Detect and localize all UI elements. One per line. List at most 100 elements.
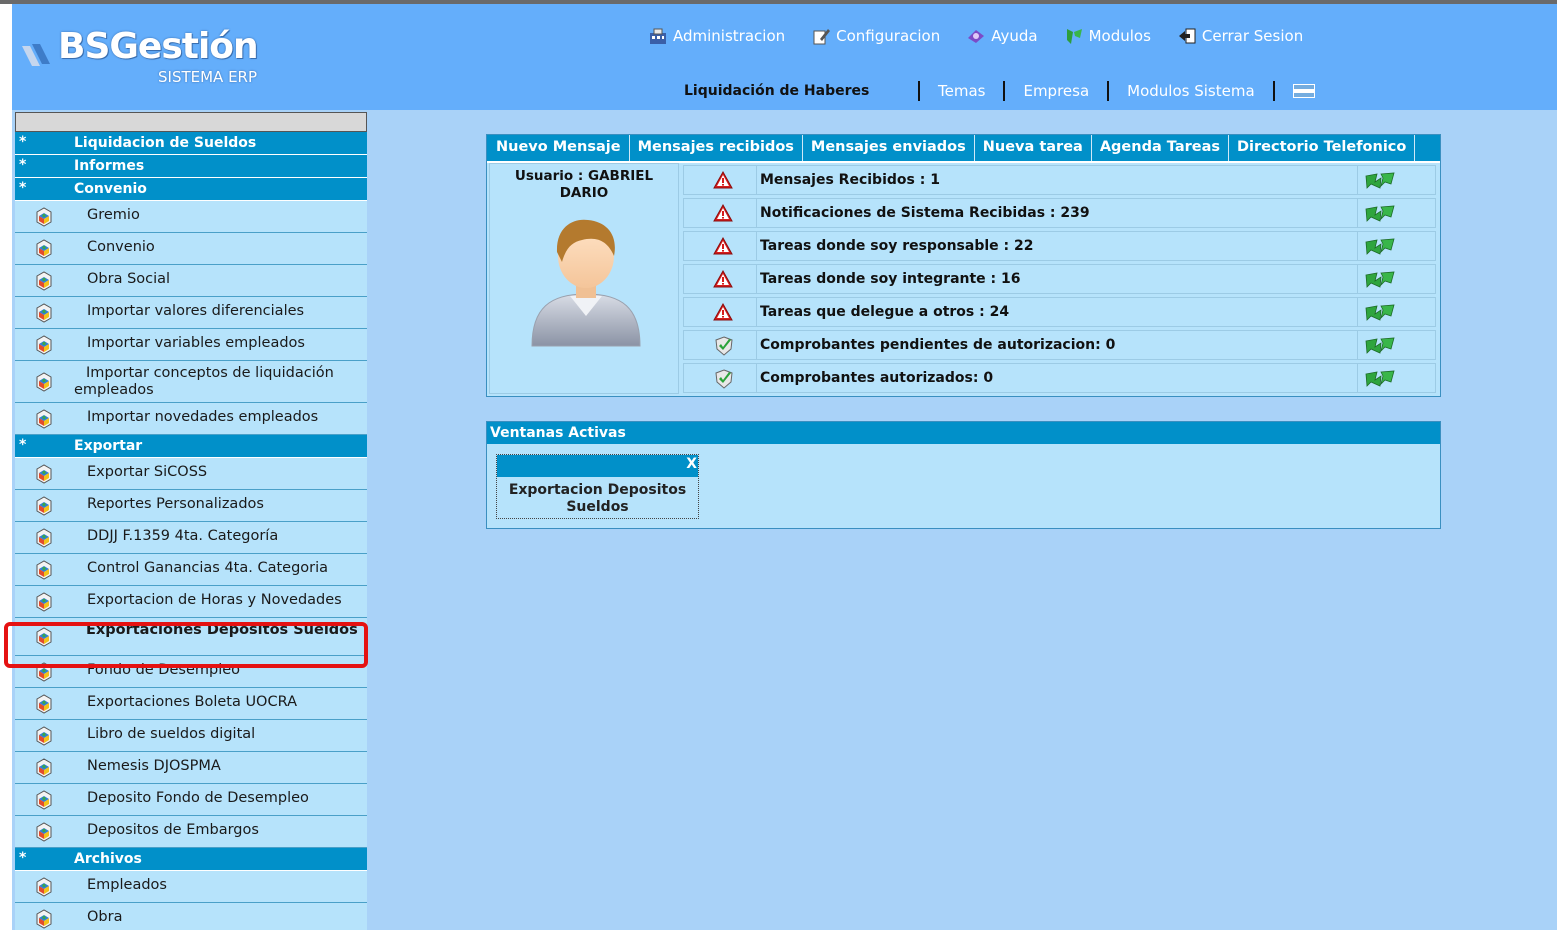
sidebar-item-convenio[interactable]: Convenio	[15, 233, 367, 265]
sidebar-item-control-ganancias[interactable]: Control Ganancias 4ta. Categoria	[15, 554, 367, 586]
open-button[interactable]	[1358, 297, 1436, 327]
link-empresa[interactable]: Empresa	[1013, 82, 1099, 100]
menu-configuracion[interactable]: Configuracion	[811, 24, 940, 48]
open-button[interactable]	[1358, 330, 1436, 360]
sidebar-item-label: Reportes Personalizados	[87, 496, 264, 512]
tab-nueva-tarea[interactable]: Nueva tarea	[975, 135, 1092, 161]
menu-item-icon	[33, 334, 55, 356]
sidebar-item-nemesis[interactable]: Nemesis DJOSPMA	[15, 752, 367, 784]
sidebar-item-label: DDJJ F.1359 4ta. Categoría	[87, 528, 279, 544]
help-icon	[968, 30, 985, 43]
sidebar-item-label: Exportaciones Boleta UOCRA	[87, 694, 298, 710]
menu-item-icon	[33, 527, 55, 549]
sidebar-item-exportaciones-depositos-sueldos[interactable]: Exportaciones Depositos Sueldos	[15, 618, 367, 656]
menu-item-icon	[33, 371, 55, 393]
sidebar-item-empleados[interactable]: Empleados	[15, 871, 367, 903]
logout-icon	[1178, 28, 1196, 44]
menu-label: Modulos	[1088, 27, 1151, 45]
sidebar-item-fondo-desempleo[interactable]: Fondo de Desempleo	[15, 656, 367, 688]
open-button[interactable]	[1358, 198, 1436, 228]
sidebar-item-obra[interactable]: Obra	[15, 903, 367, 930]
menu-label: Cerrar Sesion	[1201, 27, 1304, 45]
sidebar-item-label: Nemesis DJOSPMA	[87, 758, 221, 774]
sidebar-item-label: Exportacion de Horas y Novedades	[87, 592, 342, 608]
sidebar-item-boleta-uocra[interactable]: Exportaciones Boleta UOCRA	[15, 688, 367, 720]
sidebar-item-exportar-sicoss[interactable]: Exportar SiCOSS	[15, 458, 367, 490]
section-label: Informes	[74, 158, 145, 174]
menu-label: Administracion	[673, 27, 786, 45]
summary-text: Notificaciones de Sistema Recibidas : 23…	[757, 198, 1358, 228]
go-arrows-icon	[1363, 269, 1397, 295]
app-header: BSGestión SISTEMA ERP Administracion Con…	[12, 4, 1557, 110]
menu-administracion[interactable]: Administracion	[648, 24, 785, 48]
sidebar-item-reportes-personalizados[interactable]: Reportes Personalizados	[15, 490, 367, 522]
module-bar: Liquidación de Haberes Temas Empresa Mod…	[684, 78, 1315, 104]
sidebar-item-deposito-fondo[interactable]: Deposito Fondo de Desempleo	[15, 784, 367, 816]
go-arrows-icon	[1363, 170, 1397, 196]
sidebar: * Liquidacion de Sueldos * Informes * Conve…	[15, 112, 367, 930]
module-name: Liquidación de Haberes	[684, 83, 870, 99]
open-button[interactable]	[1358, 363, 1436, 393]
window-label[interactable]: Exportacion Depositos Sueldos	[497, 482, 698, 516]
sidebar-item-importar-valores-diferenciales[interactable]: Importar valores diferenciales	[15, 297, 367, 329]
menu-item-icon	[33, 789, 55, 811]
argentina-flag-icon[interactable]	[1292, 84, 1315, 98]
active-windows-panel: Ventanas Activas X Exportacion Depositos…	[486, 421, 1441, 529]
close-icon[interactable]: X	[686, 456, 697, 472]
sidebar-item-importar-variables-empleados[interactable]: Importar variables empleados	[15, 329, 367, 361]
section-star: *	[19, 850, 27, 866]
sidebar-item-exportacion-horas[interactable]: Exportacion de Horas y Novedades	[15, 586, 367, 618]
admin-icon	[650, 28, 666, 44]
tab-nuevo-mensaje[interactable]: Nuevo Mensaje	[487, 135, 630, 161]
tab-mensajes-recibidos[interactable]: Mensajes recibidos	[630, 135, 803, 161]
section-label: Exportar	[74, 438, 143, 454]
sidebar-item-ddjj[interactable]: DDJJ F.1359 4ta. Categoría	[15, 522, 367, 554]
sidebar-item-label: Obra Social	[87, 271, 171, 287]
user-avatar-icon	[531, 219, 641, 347]
left-margin	[0, 4, 12, 930]
dashboard-body: Usuario : GABRIEL DARIO Mensajes Recibid…	[487, 163, 1440, 396]
section-star: *	[19, 157, 27, 173]
section-archivos[interactable]: * Archivos	[15, 848, 367, 871]
menu-ayuda[interactable]: Ayuda	[966, 24, 1038, 48]
menu-cerrar-sesion[interactable]: Cerrar Sesion	[1177, 24, 1303, 48]
sidebar-item-label: Exportaciones Depositos Sueldos	[86, 622, 358, 638]
open-button[interactable]	[1358, 231, 1436, 261]
active-window-card[interactable]: X Exportacion Depositos Sueldos	[496, 454, 699, 519]
sidebar-item-label: Fondo de Desempleo	[87, 662, 241, 678]
modules-icon	[1066, 29, 1082, 44]
sidebar-item-label: Importar novedades empleados	[87, 409, 319, 425]
tab-mensajes-enviados[interactable]: Mensajes enviados	[803, 135, 975, 161]
tab-agenda-tareas[interactable]: Agenda Tareas	[1092, 135, 1230, 161]
sidebar-item-libro-sueldos[interactable]: Libro de sueldos digital	[15, 720, 367, 752]
link-temas[interactable]: Temas	[928, 82, 995, 100]
menu-item-icon	[33, 408, 55, 430]
go-arrows-icon	[1363, 302, 1397, 328]
go-arrows-icon	[1363, 335, 1397, 361]
menu-item-icon	[33, 908, 55, 930]
menu-item-icon	[33, 626, 55, 648]
menu-item-icon	[33, 876, 55, 898]
open-button[interactable]	[1358, 264, 1436, 294]
open-button[interactable]	[1358, 165, 1436, 195]
section-exportar[interactable]: * Exportar	[15, 435, 367, 458]
sidebar-item-obra-social[interactable]: Obra Social	[15, 265, 367, 297]
tab-directorio-telefonico[interactable]: Directorio Telefonico	[1229, 135, 1416, 161]
menu-modulos[interactable]: Modulos	[1064, 24, 1151, 48]
summary-row: Tareas donde soy integrante : 16	[683, 264, 1436, 294]
sidebar-item-importar-conceptos[interactable]: Importar conceptos de liquidación emplea…	[15, 361, 367, 403]
section-informes[interactable]: * Informes	[15, 155, 367, 178]
sidebar-item-importar-novedades[interactable]: Importar novedades empleados	[15, 403, 367, 435]
logo[interactable]: BSGestión SISTEMA ERP	[20, 26, 280, 92]
warning-icon	[713, 236, 733, 259]
sidebar-item-label: Empleados	[87, 877, 167, 893]
warning-icon	[713, 203, 733, 226]
sidebar-item-depositos-embargos[interactable]: Depositos de Embargos	[15, 816, 367, 848]
section-convenio[interactable]: * Convenio	[15, 178, 367, 201]
menu-item-icon	[33, 495, 55, 517]
sidebar-item-gremio[interactable]: Gremio	[15, 201, 367, 233]
section-liquidacion-de-sueldos[interactable]: * Liquidacion de Sueldos	[15, 132, 367, 155]
warning-icon	[713, 269, 733, 292]
link-modulos-sistema[interactable]: Modulos Sistema	[1117, 82, 1265, 100]
menu-label: Ayuda	[991, 27, 1038, 45]
